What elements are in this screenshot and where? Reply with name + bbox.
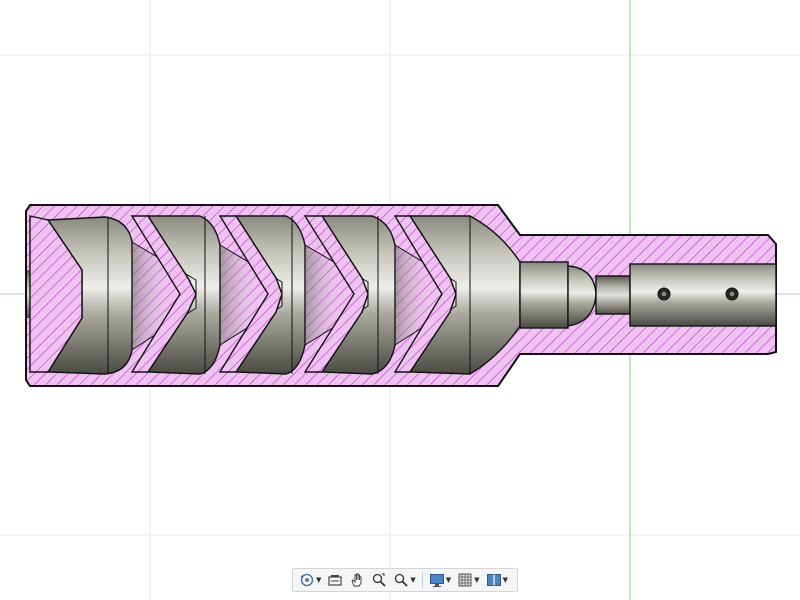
fit-button[interactable]: ▼: [391, 570, 417, 590]
orbit-button[interactable]: ▼: [297, 570, 323, 590]
chevron-down-icon[interactable]: ▼: [474, 576, 479, 584]
chevron-down-icon[interactable]: ▼: [316, 576, 321, 584]
orbit-icon: [300, 573, 314, 587]
chevron-down-icon[interactable]: ▼: [446, 576, 451, 584]
grid-icon: [458, 573, 472, 587]
viewports-icon: [486, 574, 501, 586]
display-settings-button[interactable]: ▼: [427, 570, 453, 590]
look-at-button[interactable]: [325, 570, 345, 590]
viewports-button[interactable]: ▼: [484, 570, 510, 590]
pan-button[interactable]: [347, 570, 367, 590]
pan-hand-icon: [351, 573, 362, 587]
zoom-icon: [373, 573, 387, 587]
chevron-down-icon[interactable]: ▼: [503, 576, 508, 584]
look-at-icon: [328, 575, 342, 586]
navigation-bar: ▼ ▼ ▼ ▼ ▼: [292, 568, 518, 592]
section-view-canvas[interactable]: [0, 0, 800, 600]
canvas-viewport[interactable]: [0, 0, 800, 600]
toolbar-separator: [421, 572, 423, 588]
zoom-window-icon: [395, 573, 409, 587]
grid-snaps-button[interactable]: ▼: [455, 570, 481, 590]
chevron-down-icon[interactable]: ▼: [410, 576, 415, 584]
display-settings-icon: [429, 574, 444, 587]
muzzle-brake-section[interactable]: [25, 204, 777, 387]
zoom-button[interactable]: [369, 570, 389, 590]
